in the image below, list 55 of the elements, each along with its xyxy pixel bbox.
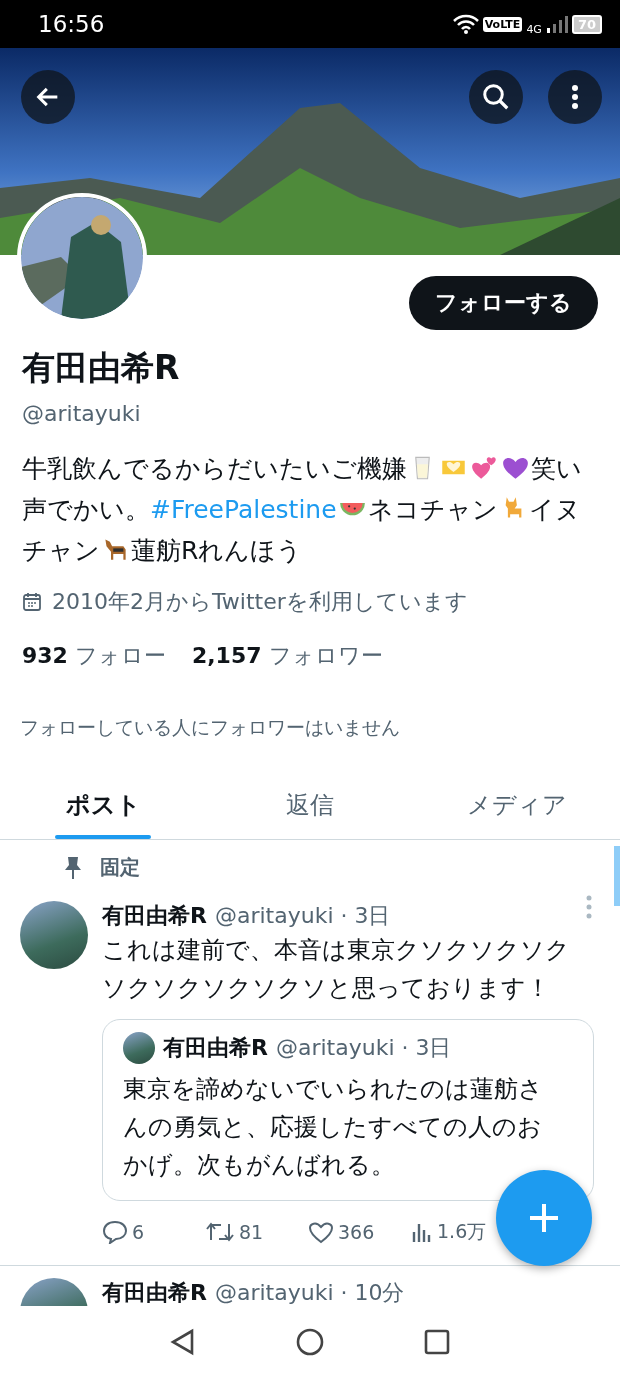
bar-chart-icon bbox=[411, 1221, 433, 1243]
triangle-icon bbox=[169, 1328, 196, 1356]
bio-text: 声でかい。 bbox=[22, 495, 150, 524]
post-meta: @aritayuki · 3日 bbox=[214, 902, 391, 930]
heart-icon bbox=[308, 1220, 334, 1244]
join-date: 2010年2月からTwitterを利用しています bbox=[52, 588, 468, 616]
bio-text: 蓮舫Rれんほう bbox=[131, 536, 303, 565]
bio-text: チャン bbox=[22, 536, 100, 565]
recents-nav-button[interactable] bbox=[424, 1329, 451, 1355]
calendar-icon bbox=[22, 592, 42, 612]
bio-text: イヌ bbox=[528, 495, 581, 524]
circle-icon bbox=[295, 1327, 325, 1357]
reply-button[interactable]: 6 bbox=[102, 1220, 205, 1244]
wifi-icon bbox=[452, 14, 479, 34]
pinned-label: 固定 bbox=[100, 854, 140, 881]
bio-text: 牛乳飲んでるからだいたいご機嫌 bbox=[22, 454, 407, 483]
post-author: 有田由希R bbox=[102, 902, 207, 930]
hearts-icon bbox=[471, 454, 498, 481]
like-button[interactable]: 366 bbox=[308, 1220, 411, 1244]
back-nav-button[interactable] bbox=[169, 1328, 196, 1356]
bio-text: ネコチャン bbox=[367, 495, 498, 524]
compose-button[interactable] bbox=[496, 1170, 592, 1266]
home-nav-button[interactable] bbox=[295, 1327, 325, 1357]
status-time: 16:56 bbox=[38, 11, 106, 37]
quote-meta: @aritayuki · 3日 bbox=[275, 1034, 452, 1062]
views-button[interactable]: 1.6万 bbox=[411, 1219, 487, 1245]
post-meta: @aritayuki · 10分 bbox=[214, 1279, 405, 1307]
profile-handle: @aritayuki bbox=[22, 401, 142, 426]
quote-avatar bbox=[123, 1032, 155, 1064]
scrollbar bbox=[614, 846, 620, 906]
pin-icon bbox=[64, 855, 82, 880]
more-icon bbox=[571, 84, 579, 110]
following-link[interactable]: 932 フォロー bbox=[22, 641, 166, 671]
post-author: 有田由希R bbox=[102, 1279, 207, 1307]
dog-icon bbox=[102, 536, 129, 563]
profile-tab[interactable]: ポスト bbox=[0, 771, 207, 839]
volte-label: VoLTE bbox=[482, 16, 523, 32]
signal-icon bbox=[545, 14, 568, 34]
repost-arrows-icon bbox=[205, 1220, 235, 1244]
quote-author: 有田由希R bbox=[163, 1034, 268, 1062]
plus-icon bbox=[527, 1201, 561, 1235]
quote-text: 東京を諦めないでいられたのは蓮舫さんの勇気と、応援したすべての人のおかげ。次もがんばれる。 bbox=[123, 1074, 544, 1181]
search-icon bbox=[481, 82, 511, 112]
followers-link[interactable]: 2,157 フォロワー bbox=[191, 641, 383, 671]
repost-button[interactable]: 81 bbox=[205, 1220, 308, 1244]
profile-tab[interactable]: 返信 bbox=[206, 771, 414, 839]
followers-you-know: フォローしている人にフォロワーはいません bbox=[20, 715, 401, 740]
speech-bubble-icon bbox=[102, 1220, 128, 1244]
follow-button[interactable]: フォローする bbox=[409, 276, 598, 330]
square-icon bbox=[424, 1329, 451, 1355]
post-text: これは建前で、本音は東京クソクソクソクソクソクソクソクソと思っております！ bbox=[102, 935, 571, 1004]
profile-name: 有田由希R bbox=[22, 347, 181, 389]
profile-tab[interactable]: メディア bbox=[413, 771, 620, 839]
bio-text: 笑い bbox=[531, 454, 582, 483]
network-label: 4G bbox=[526, 22, 542, 36]
